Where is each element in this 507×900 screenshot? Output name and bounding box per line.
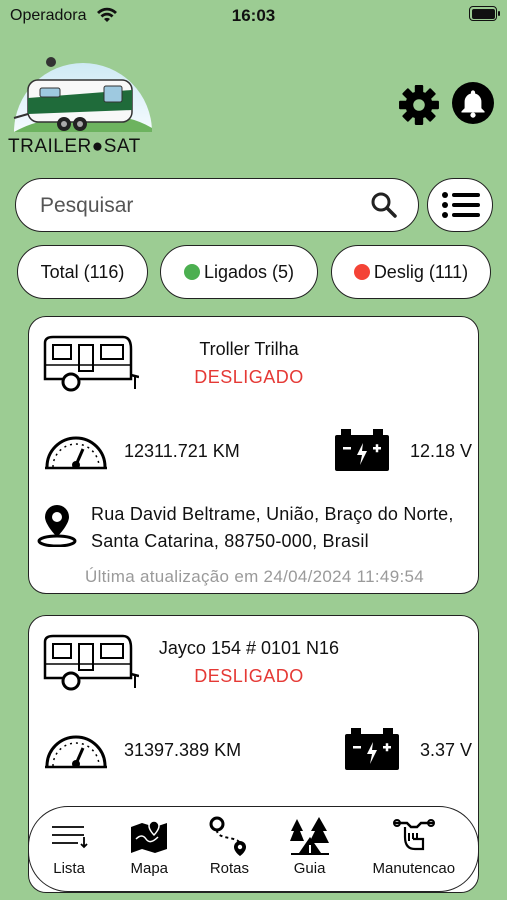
search-box	[15, 178, 419, 232]
vehicle-address: Rua David Beltrame, União, Braço do Nort…	[91, 504, 454, 551]
route-icon	[209, 816, 247, 856]
bottom-navigation: Lista Mapa Rotas Guia Manutencao	[28, 806, 479, 892]
logo-text: TRAILER●SAT	[8, 136, 141, 157]
speedometer-icon	[45, 436, 107, 470]
clock: 16:03	[231, 6, 276, 25]
last-update-timestamp: Última atualização em 24/04/2024 11:49:5…	[85, 567, 424, 586]
search-icon[interactable]	[370, 191, 398, 219]
odometer-value: 12311.721 KM	[124, 441, 240, 461]
red-status-dot	[353, 264, 370, 280]
tab-list[interactable]: Lista	[29, 807, 109, 891]
vehicle-name: Troller Trilha	[199, 339, 299, 359]
tab-guide-label: Guia	[293, 860, 326, 877]
tab-routes[interactable]: Rotas	[189, 807, 269, 891]
odometer-value: 31397.389 KM	[124, 740, 242, 760]
voltage-value: 12.18 V	[409, 441, 472, 461]
trailer-icon	[43, 634, 139, 691]
vehicle-state: DESLIGADO	[194, 367, 304, 387]
filter-off-label: Deslig (111)	[373, 261, 469, 282]
filter-on-label: Ligados (5)	[203, 261, 295, 282]
list-view-button[interactable]	[427, 178, 493, 232]
maintenance-tools-icon	[392, 819, 435, 851]
battery-status-icon	[469, 6, 500, 21]
green-status-dot	[183, 264, 200, 280]
filter-total-label: Total (116)	[40, 261, 125, 282]
map-icon	[131, 820, 168, 853]
voltage-value: 3.37 V	[419, 740, 472, 760]
vehicle-name: Jayco 154 # 0101 N16	[158, 638, 340, 658]
tab-maintenance[interactable]: Manutencao	[350, 807, 478, 891]
speedometer-icon	[45, 735, 107, 769]
car-battery-icon	[345, 728, 399, 770]
bell-icon[interactable]	[452, 82, 494, 124]
tab-list-label: Lista	[53, 860, 85, 877]
tab-routes-label: Rotas	[209, 860, 250, 877]
location-pin-icon	[37, 505, 77, 547]
vehicle-card[interactable]: Troller Trilha DESLIGADO 12311.721 KM 12…	[28, 316, 479, 594]
vehicle-state: DESLIGADO	[194, 666, 304, 686]
tab-guide[interactable]: Guia	[270, 807, 350, 891]
tab-map-label: Mapa	[130, 860, 169, 877]
search-input[interactable]	[40, 191, 360, 221]
status-bar: Operadora 16:03	[0, 0, 507, 32]
filter-total-button[interactable]: Total (116)	[17, 245, 148, 299]
tab-map[interactable]: Mapa	[109, 807, 189, 891]
gear-icon[interactable]	[398, 84, 440, 126]
car-battery-icon	[335, 429, 389, 471]
tab-maintenance-label: Manutencao	[372, 860, 456, 877]
campsite-icon	[289, 817, 329, 855]
list-icon	[442, 192, 480, 218]
trailer-icon	[43, 335, 139, 392]
filter-off-button[interactable]: Deslig (111)	[331, 245, 491, 299]
list-lines-icon	[52, 826, 88, 849]
filter-on-button[interactable]: Ligados (5)	[160, 245, 318, 299]
